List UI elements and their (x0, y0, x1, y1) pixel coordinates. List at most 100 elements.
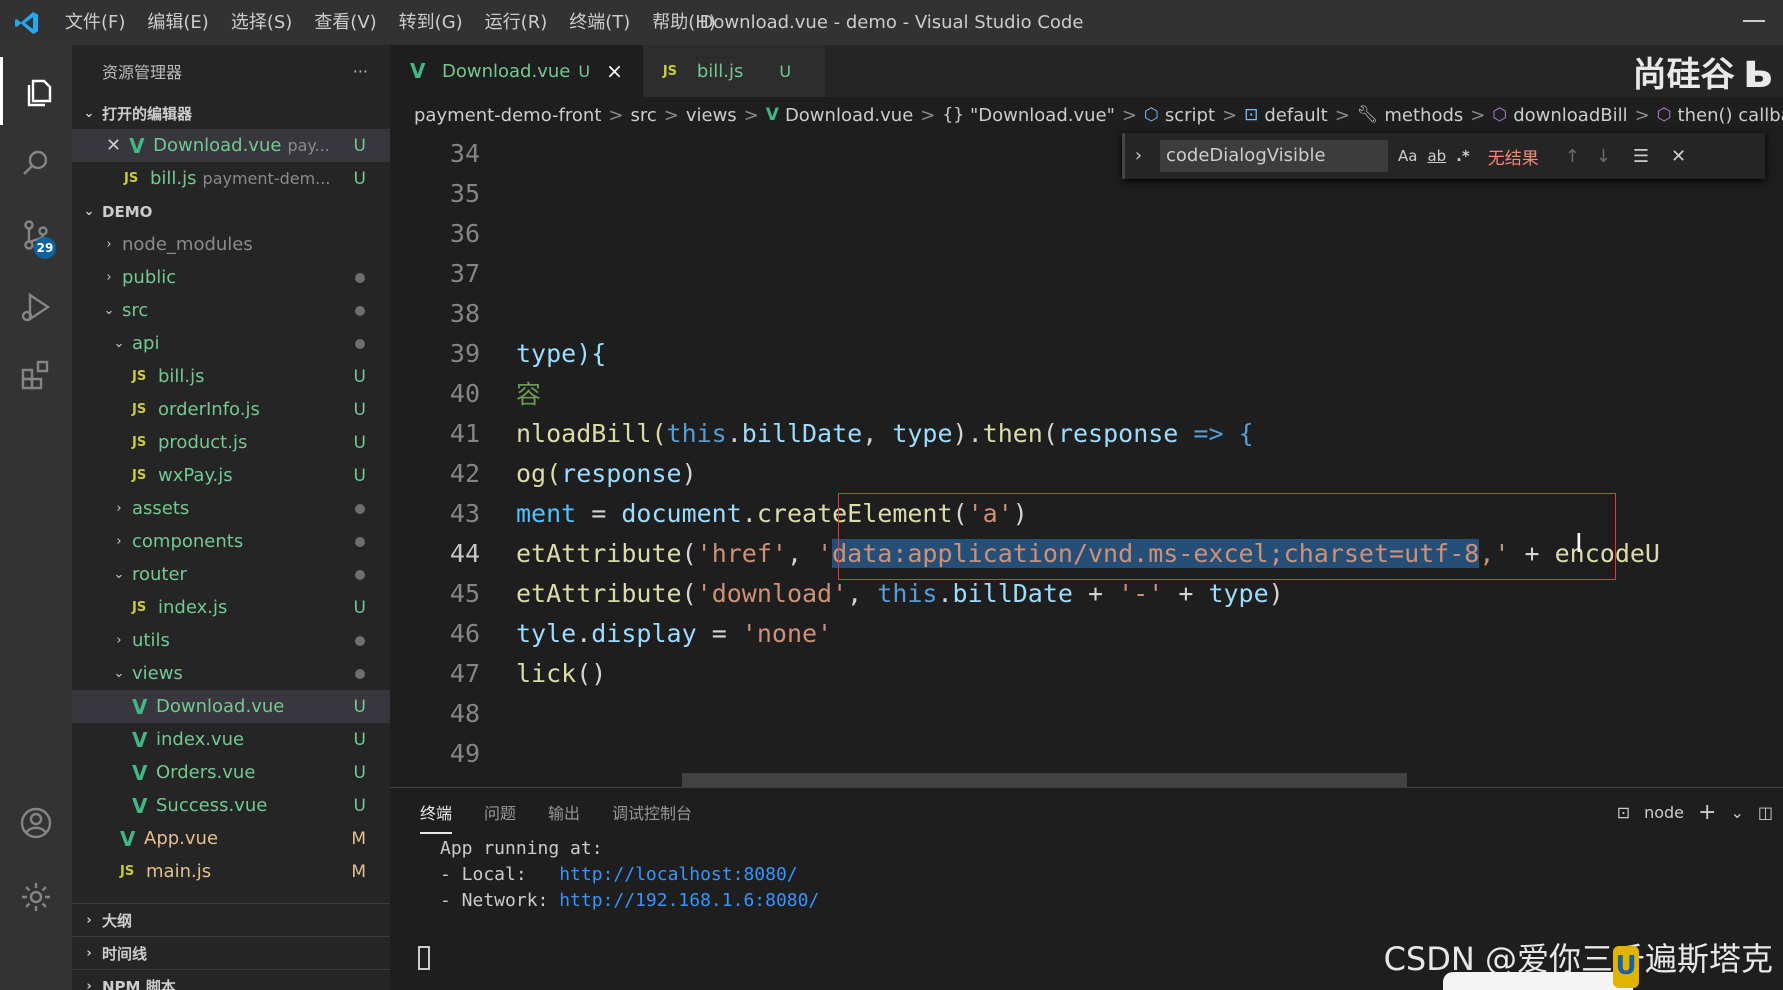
outline-section[interactable]: › 大纲 (72, 903, 390, 936)
tree-item-label: api (132, 333, 160, 354)
code-token: type (1208, 578, 1269, 608)
menu-selection[interactable]: 选择(S) (220, 0, 303, 45)
tree-item-label: assets (132, 498, 190, 519)
chevron-right-icon: › (116, 534, 122, 549)
tree-folder[interactable]: ⌄ src (72, 294, 390, 327)
crumb-symbol[interactable]: then() callback (1678, 105, 1783, 126)
crumb-folder[interactable]: views (686, 105, 737, 126)
menu-terminal[interactable]: 终端(T) (558, 0, 641, 45)
tree-folder[interactable]: › public (72, 261, 390, 294)
tree-file[interactable]: V App.vue M (72, 822, 390, 855)
tree-folder[interactable]: › node_modules (72, 228, 390, 261)
account-icon[interactable] (0, 789, 72, 857)
menu-go[interactable]: 转到(G) (388, 0, 474, 45)
extensions-icon[interactable] (0, 341, 72, 409)
crumb-file[interactable]: Download.vue (785, 105, 913, 126)
chevron-down-icon[interactable]: ⌄ (1730, 803, 1743, 822)
crumb-module[interactable]: "Download.vue" (970, 105, 1115, 126)
tree-file[interactable]: JS index.js U (72, 591, 390, 624)
crumb-folder[interactable]: src (630, 105, 656, 126)
git-status: U (353, 762, 366, 783)
tree-file[interactable]: JS wxPay.js U (72, 459, 390, 492)
open-editor-item[interactable]: ✕ V Download.vue pay... U (72, 129, 390, 162)
close-tab-icon[interactable]: × (606, 59, 623, 83)
tree-file[interactable]: V Success.vue U (72, 789, 390, 822)
ime-toolbar[interactable]: U (1443, 946, 1639, 990)
git-status: U (353, 696, 366, 717)
crumb-symbol[interactable]: downloadBill (1513, 105, 1627, 126)
run-debug-icon[interactable] (0, 273, 72, 341)
chevron-right-icon: › (86, 978, 92, 990)
panel-actions: ⊡ node + ⌄ ◫ (1617, 800, 1773, 825)
find-in-selection-icon[interactable]: ☰ (1633, 146, 1649, 167)
tree-file[interactable]: JS product.js U (72, 426, 390, 459)
js-file-icon: JS (132, 402, 147, 417)
next-match-icon[interactable]: ↓ (1596, 146, 1611, 167)
tab-bill-js[interactable]: JS bill.js U (642, 45, 826, 97)
settings-gear-icon[interactable] (0, 863, 72, 931)
menu-file[interactable]: 文件(F) (54, 0, 136, 45)
code-editor[interactable]: 34 35 36 37 38 39 type){ 40 容 41 nloadBi… (390, 133, 1783, 787)
crumb-symbol[interactable]: default (1264, 105, 1327, 126)
code-token: . (726, 418, 742, 448)
menu-view[interactable]: 查看(V) (303, 0, 387, 45)
match-case-button[interactable]: Aa (1398, 147, 1417, 165)
tree-folder[interactable]: › components (72, 525, 390, 558)
vue-file-icon: V (120, 826, 136, 851)
crumb-separator: > (1634, 104, 1650, 126)
tab-debug-console[interactable]: 调试控制台 (612, 800, 692, 824)
terminal-shell-select[interactable]: node (1644, 803, 1684, 822)
new-terminal-icon[interactable]: + (1698, 800, 1716, 825)
tab-download-vue[interactable]: V Download.vue U × (390, 45, 643, 97)
horizontal-scrollbar[interactable] (682, 773, 1407, 787)
toggle-replace-chevron-icon[interactable]: › (1122, 133, 1152, 179)
timeline-section[interactable]: › 时间线 (72, 936, 390, 969)
tree-file-selected[interactable]: V Download.vue U (72, 690, 390, 723)
tree-folder[interactable]: › assets (72, 492, 390, 525)
previous-match-icon[interactable]: ↑ (1565, 146, 1580, 167)
tree-folder[interactable]: ⌄ router (72, 558, 390, 591)
source-control-icon[interactable]: 29 (0, 201, 72, 269)
tree-file[interactable]: JS main.js M (72, 855, 390, 888)
split-terminal-icon[interactable]: ◫ (1758, 803, 1773, 822)
terminal-output[interactable]: App running at: - Local: http://localhos… (390, 836, 1783, 914)
menu-edit[interactable]: 编辑(E) (136, 0, 219, 45)
terminal-link[interactable]: http://localhost:8080/ (559, 864, 797, 885)
tree-folder[interactable]: › utils (72, 624, 390, 657)
terminal-line: - Local: http://localhost:8080/ (440, 862, 1783, 888)
text-cursor-icon: I (1575, 529, 1583, 559)
open-editor-item[interactable]: JS bill.js payment-dem... U (72, 162, 390, 195)
code-text: type){ (516, 338, 607, 368)
npm-scripts-section[interactable]: › NPM 脚本 (72, 969, 390, 990)
tab-problems[interactable]: 问题 (484, 800, 516, 824)
tree-folder[interactable]: ⌄ views (72, 657, 390, 690)
regex-button[interactable]: .* (1456, 147, 1470, 165)
menu-help[interactable]: 帮助(H) (641, 0, 727, 45)
find-input[interactable]: codeDialogVisible (1160, 140, 1388, 172)
crumb-symbol[interactable]: methods (1384, 105, 1463, 126)
open-editors-section[interactable]: ⌄ 打开的编辑器 (72, 97, 390, 129)
tab-terminal[interactable]: 终端 (420, 800, 453, 834)
code-text: lick() (516, 659, 606, 688)
crumb-symbol[interactable]: script (1165, 105, 1215, 126)
menu-run[interactable]: 运行(R) (474, 0, 559, 45)
tab-output[interactable]: 输出 (548, 800, 580, 824)
tree-file[interactable]: JS bill.js U (72, 360, 390, 393)
tree-folder[interactable]: ⌄ api (72, 327, 390, 360)
tree-file[interactable]: JS orderInfo.js U (72, 393, 390, 426)
whole-word-button[interactable]: ab (1427, 147, 1446, 165)
close-find-icon[interactable]: ✕ (1671, 146, 1686, 167)
close-icon[interactable]: ✕ (106, 135, 121, 156)
more-actions-icon[interactable]: ··· (353, 62, 368, 81)
tree-file[interactable]: V Orders.vue U (72, 756, 390, 789)
search-icon[interactable] (0, 129, 72, 197)
tab-label: Download.vue (442, 60, 571, 82)
minimize-button[interactable] (1743, 8, 1765, 22)
crumb-folder[interactable]: payment-demo-front (414, 105, 601, 126)
chevron-down-icon: ⌄ (103, 303, 115, 318)
explorer-icon[interactable] (0, 57, 72, 125)
tree-file[interactable]: V index.vue U (72, 723, 390, 756)
project-section[interactable]: ⌄ DEMO (72, 195, 390, 228)
terminal-link[interactable]: http://192.168.1.6:8080/ (559, 890, 819, 911)
chevron-right-icon: › (116, 501, 122, 516)
